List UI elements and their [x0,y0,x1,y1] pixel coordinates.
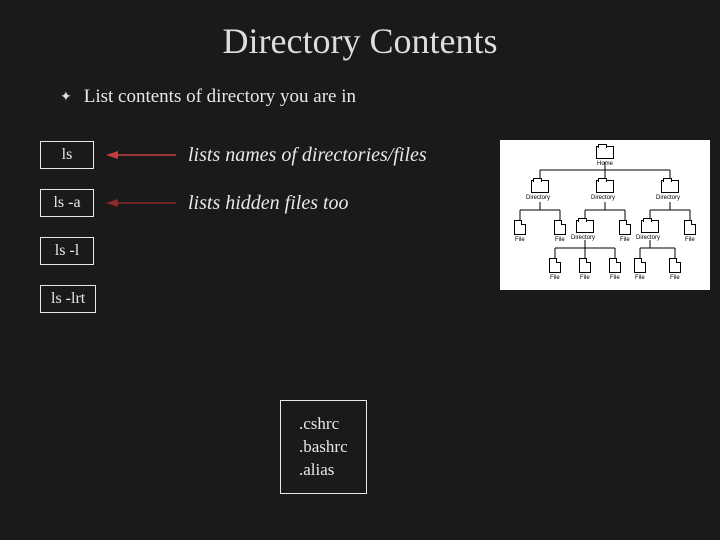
diagram-label: Home [597,161,613,167]
diagram-label: File [610,275,620,281]
command-box: ls -lrt [40,285,96,313]
file-icon [619,220,631,235]
file-icon [549,258,561,273]
diagram-label: Directory [636,235,660,241]
hidden-files-box: .cshrc .bashrc .alias [280,400,367,494]
folder-icon [641,220,659,233]
command-row: ls -a lists hidden files too [40,186,470,220]
file-icon [634,258,646,273]
folder-icon [576,220,594,233]
diagram-label: File [620,237,630,243]
diagram-label: File [515,237,525,243]
command-row: ls lists names of directories/files [40,138,470,172]
file-icon [669,258,681,273]
arrow-icon [106,197,176,209]
directory-tree-diagram: Home Directory Directory Directory File … [500,140,710,290]
file-icon [554,220,566,235]
diagram-label: File [580,275,590,281]
command-list: ls lists names of directories/files ls -… [40,138,470,330]
file-icon [579,258,591,273]
diagram-label: Directory [656,195,680,201]
hidden-file-item: .cshrc [299,414,348,434]
folder-icon [596,180,614,193]
slide-title: Directory Contents [40,20,680,62]
bullet-icon: ✦ [60,89,72,106]
file-icon [684,220,696,235]
diagram-label: Directory [526,195,550,201]
bullet-item: ✦ List contents of directory you are in [60,86,680,108]
command-desc: lists hidden files too [188,192,349,215]
diagram-label: Directory [591,195,615,201]
diagram-label: File [670,275,680,281]
file-icon [514,220,526,235]
diagram-label: Directory [571,235,595,241]
command-box: ls -l [40,237,94,265]
folder-icon [531,180,549,193]
command-desc: lists names of directories/files [188,144,427,167]
diagram-label: File [685,237,695,243]
diagram-label: File [550,275,560,281]
folder-icon [596,146,614,159]
file-icon [609,258,621,273]
diagram-label: File [635,275,645,281]
hidden-file-item: .bashrc [299,437,348,457]
bullet-text: List contents of directory you are in [84,86,356,108]
command-box: ls [40,141,94,169]
command-box: ls -a [40,189,94,217]
diagram-label: File [555,237,565,243]
command-row: ls -l [40,234,470,268]
arrow-icon [106,149,176,161]
hidden-file-item: .alias [299,460,348,480]
command-row: ls -lrt [40,282,470,316]
folder-icon [661,180,679,193]
